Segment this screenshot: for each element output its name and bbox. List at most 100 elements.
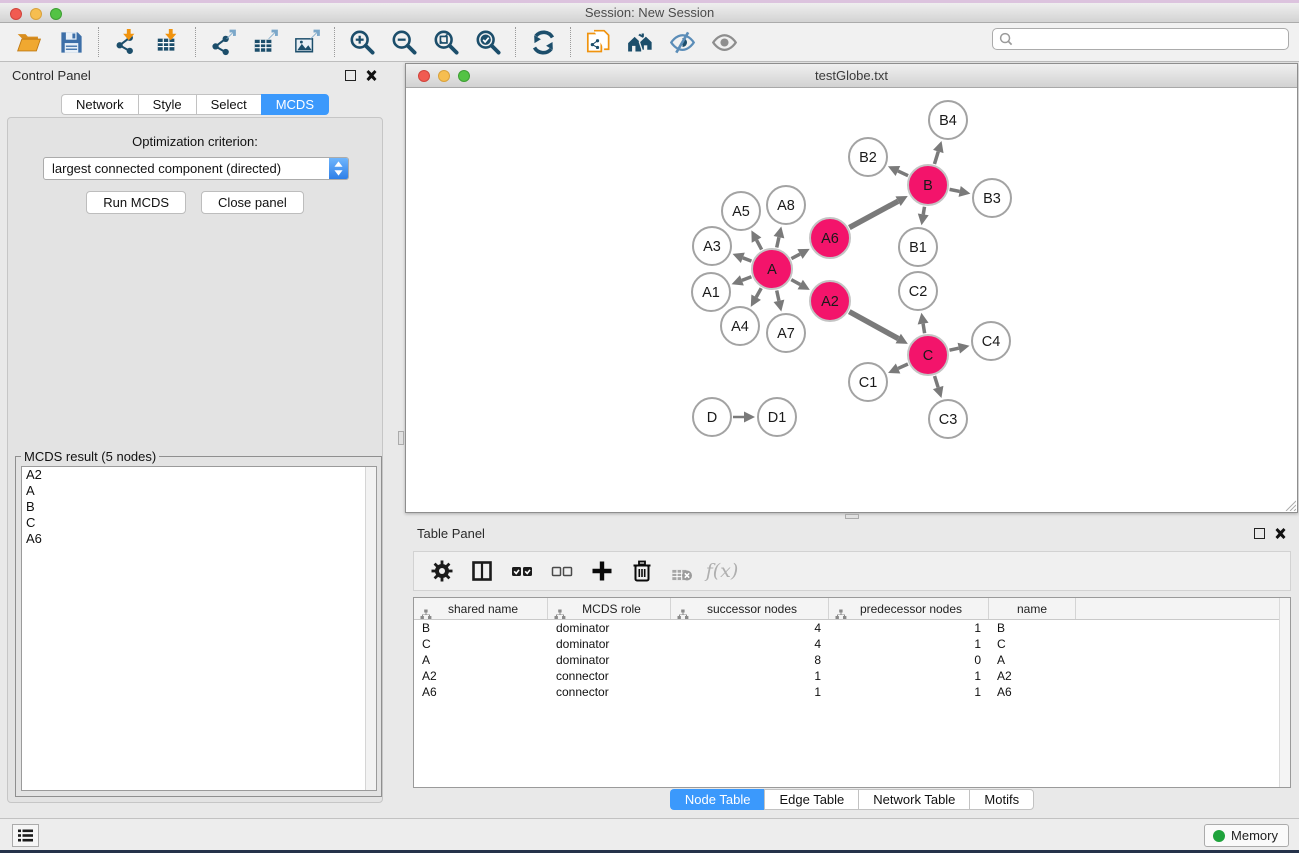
- cell-predecessor-nodes[interactable]: 1: [829, 621, 989, 635]
- graph-node-A[interactable]: A: [752, 249, 792, 289]
- add-button[interactable]: [584, 554, 620, 588]
- network-minimize-icon[interactable]: [438, 70, 450, 82]
- zoom-out-button[interactable]: [383, 24, 425, 60]
- gear-button[interactable]: [424, 554, 460, 588]
- tab-mcds[interactable]: MCDS: [261, 94, 329, 115]
- search-field[interactable]: [992, 28, 1289, 50]
- close-window-icon[interactable]: [10, 8, 22, 20]
- graph-node-A7[interactable]: A7: [767, 314, 805, 352]
- edge-B-B3[interactable]: [950, 189, 960, 191]
- zoom-fit-button[interactable]: [425, 24, 467, 60]
- graph-node-A6[interactable]: A6: [810, 218, 850, 258]
- search-input[interactable]: [1017, 32, 1282, 46]
- cell-name[interactable]: A: [989, 653, 1076, 667]
- eye-button[interactable]: [703, 24, 745, 60]
- mcds-list-scrollbar[interactable]: [365, 467, 376, 790]
- graph-node-C[interactable]: C: [908, 335, 948, 375]
- graph-node-A8[interactable]: A8: [767, 186, 805, 224]
- cell-shared-name[interactable]: B: [414, 621, 548, 635]
- column-header-MCDS-role[interactable]: MCDS role: [548, 598, 671, 619]
- cell-shared-name[interactable]: A6: [414, 685, 548, 699]
- table-row[interactable]: Adominator80A: [414, 652, 1290, 668]
- edge-B-B4[interactable]: [934, 152, 938, 164]
- cell-predecessor-nodes[interactable]: 1: [829, 637, 989, 651]
- table-row[interactable]: Cdominator41C: [414, 636, 1290, 652]
- graph-node-A1[interactable]: A1: [692, 273, 730, 311]
- trash-button[interactable]: [624, 554, 660, 588]
- tab-node-table[interactable]: Node Table: [670, 789, 765, 810]
- edge-C-C3[interactable]: [935, 376, 939, 388]
- close-table-panel-icon[interactable]: [1274, 527, 1287, 540]
- network-window-titlebar[interactable]: testGlobe.txt: [406, 64, 1297, 88]
- mcds-result-item[interactable]: C: [22, 515, 376, 531]
- tab-select[interactable]: Select: [196, 94, 261, 115]
- export-network-button[interactable]: [202, 24, 244, 60]
- graph-node-A5[interactable]: A5: [722, 192, 760, 230]
- edge-C-C4[interactable]: [949, 348, 958, 350]
- save-button[interactable]: [50, 24, 92, 60]
- task-history-button[interactable]: [12, 824, 39, 847]
- column-header-predecessor-nodes[interactable]: predecessor nodes: [829, 598, 989, 619]
- export-image-button[interactable]: [286, 24, 328, 60]
- eye-slash-button[interactable]: [661, 24, 703, 60]
- cell-MCDS-role[interactable]: dominator: [548, 637, 671, 651]
- network-zoom-icon[interactable]: [458, 70, 470, 82]
- vertical-splitter-handle[interactable]: [398, 431, 404, 445]
- open-file-button[interactable]: [8, 24, 50, 60]
- deselect-all-button[interactable]: [544, 554, 580, 588]
- tab-motifs[interactable]: Motifs: [969, 789, 1034, 810]
- graph-node-C1[interactable]: C1: [849, 363, 887, 401]
- refresh-button[interactable]: [522, 24, 564, 60]
- edge-A-A2[interactable]: [791, 280, 800, 285]
- table-row[interactable]: Bdominator41B: [414, 620, 1290, 636]
- cell-successor-nodes[interactable]: 4: [671, 621, 829, 635]
- graph-node-B[interactable]: B: [908, 165, 948, 205]
- criterion-select[interactable]: largest connected component (directed): [43, 157, 349, 180]
- cell-predecessor-nodes[interactable]: 1: [829, 669, 989, 683]
- cell-successor-nodes[interactable]: 1: [671, 685, 829, 699]
- zoom-in-button[interactable]: [341, 24, 383, 60]
- network-canvas[interactable]: B4B2BB3A8A5A6A3B1AC2A1A2A4A7C4CC1DD1C3: [406, 88, 1297, 512]
- columns-button[interactable]: [464, 554, 500, 588]
- table-scrollbar[interactable]: [1279, 598, 1290, 787]
- column-header-name[interactable]: name: [989, 598, 1076, 619]
- cell-MCDS-role[interactable]: dominator: [548, 621, 671, 635]
- graph-node-A2[interactable]: A2: [810, 281, 850, 321]
- cell-shared-name[interactable]: A2: [414, 669, 548, 683]
- cell-shared-name[interactable]: C: [414, 637, 548, 651]
- graph-node-B1[interactable]: B1: [899, 228, 937, 266]
- select-all-button[interactable]: [504, 554, 540, 588]
- graph-node-C2[interactable]: C2: [899, 272, 937, 310]
- edge-A-A4[interactable]: [756, 288, 761, 297]
- cell-name[interactable]: A2: [989, 669, 1076, 683]
- export-table-button[interactable]: [244, 24, 286, 60]
- cell-predecessor-nodes[interactable]: 0: [829, 653, 989, 667]
- edge-A-A8[interactable]: [777, 237, 779, 247]
- edge-A-A5[interactable]: [757, 240, 762, 249]
- graph-node-B4[interactable]: B4: [929, 101, 967, 139]
- mcds-result-list[interactable]: A2ABCA6: [21, 466, 377, 791]
- float-table-panel-icon[interactable]: [1254, 528, 1265, 539]
- zoom-selected-button[interactable]: [467, 24, 509, 60]
- column-header-successor-nodes[interactable]: successor nodes: [671, 598, 829, 619]
- edge-A-A6[interactable]: [791, 254, 800, 259]
- edge-A6-B[interactable]: [849, 201, 898, 227]
- mcds-result-item[interactable]: A2: [22, 467, 376, 483]
- cell-predecessor-nodes[interactable]: 1: [829, 685, 989, 699]
- edge-B-B2[interactable]: [898, 171, 908, 176]
- horizontal-splitter-handle[interactable]: [845, 514, 859, 519]
- tab-style[interactable]: Style: [138, 94, 196, 115]
- edge-B-B1[interactable]: [923, 207, 924, 215]
- resize-grip-icon[interactable]: [1283, 498, 1296, 511]
- cell-MCDS-role[interactable]: connector: [548, 685, 671, 699]
- table-row[interactable]: A2connector11A2: [414, 668, 1290, 684]
- graph-node-D[interactable]: D: [693, 398, 731, 436]
- memory-button[interactable]: Memory: [1204, 824, 1289, 847]
- mcds-result-item[interactable]: A: [22, 483, 376, 499]
- close-panel-button[interactable]: Close panel: [201, 191, 304, 214]
- cell-name[interactable]: C: [989, 637, 1076, 651]
- graph-node-A4[interactable]: A4: [721, 307, 759, 345]
- table-row[interactable]: A6connector11A6: [414, 684, 1290, 700]
- graph-node-B3[interactable]: B3: [973, 179, 1011, 217]
- edge-A-A1[interactable]: [742, 277, 752, 281]
